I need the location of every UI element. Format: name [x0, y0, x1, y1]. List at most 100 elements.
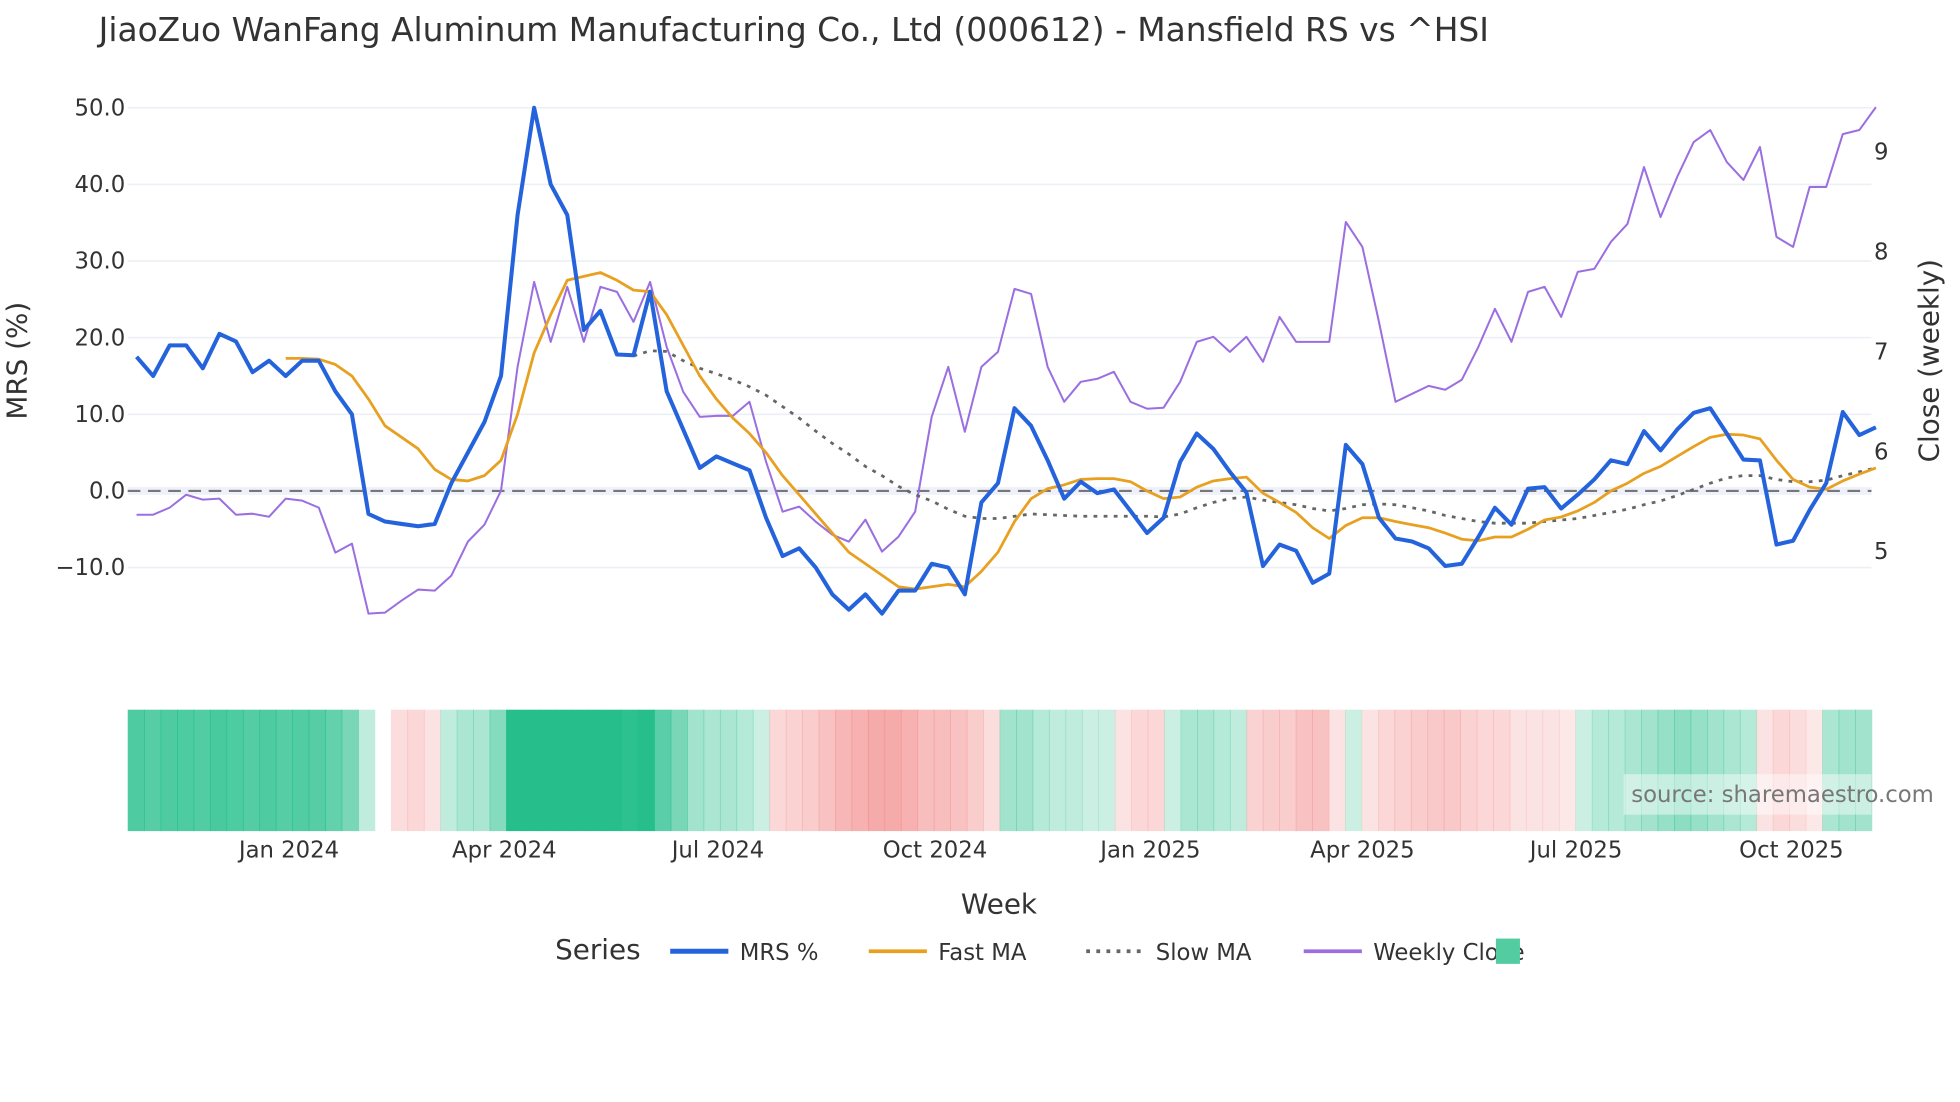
- heatmap-cell: [193, 709, 211, 832]
- gridlines: [127, 107, 1872, 569]
- left-axis-ticks: 50.0 40.0 30.0 20.0 10.0 0.0 −10.0: [55, 95, 125, 581]
- legend-label: Fast MA: [938, 940, 1027, 966]
- heatmap-cell: [1213, 709, 1231, 832]
- heatmap-cell: [966, 709, 984, 832]
- y2-tick-label: 7: [1874, 339, 1888, 365]
- heatmap-cell: [1361, 709, 1379, 832]
- heatmap-cell: [1558, 709, 1577, 832]
- heatmap-cell: [522, 709, 540, 832]
- heatmap-cell: [1016, 709, 1034, 832]
- heatmap-cell: [1312, 709, 1330, 832]
- legend-label: MRS %: [740, 940, 819, 966]
- heatmap-cell: [1279, 709, 1297, 832]
- heatmap-cell: [160, 709, 178, 832]
- y2-tick-label: 9: [1874, 140, 1888, 166]
- heatmap-cell: [1180, 709, 1198, 832]
- x-tick-label: Apr 2024: [452, 838, 557, 864]
- legend-title: Series: [555, 933, 640, 966]
- series-line-fast-ma: [285, 271, 1877, 591]
- heatmap-cell: [177, 709, 195, 832]
- heatmap-cell: [308, 709, 326, 832]
- heatmap-cell: [654, 709, 672, 832]
- heatmap-cell: [884, 709, 902, 832]
- heatmap-cell: [1048, 709, 1067, 832]
- x-tick-label: Oct 2025: [1739, 838, 1843, 864]
- source-note: source: sharemaestro.com: [1623, 774, 1934, 815]
- heatmap-cell: [555, 709, 573, 832]
- heatmap-cell: [1065, 709, 1083, 832]
- series-lines: [135, 105, 1877, 616]
- heatmap-cell: [752, 709, 771, 832]
- heatmap-cell: [1262, 709, 1281, 832]
- y2-tick-label: 8: [1874, 240, 1888, 266]
- heatmap-cell: [1526, 709, 1544, 832]
- y2-axis-title: Close (weekly): [1913, 259, 1946, 462]
- heatmap-cell: [1493, 709, 1511, 832]
- heatmap-cell: [1081, 709, 1100, 832]
- heatmap-cell: [127, 709, 145, 832]
- heatmap-cell: [538, 709, 557, 832]
- heatmap-cell: [1032, 709, 1050, 832]
- legend-label: Slow MA: [1156, 940, 1252, 966]
- y-tick-label: 0.0: [89, 479, 125, 505]
- right-axis-ticks: 9 8 7 6 5: [1874, 140, 1888, 566]
- x-axis-title: Week: [961, 887, 1038, 920]
- y-tick-label: 10.0: [75, 402, 126, 428]
- heatmap-cell: [489, 709, 507, 832]
- heatmap-cell: [1147, 709, 1165, 832]
- heatmap-cell: [818, 709, 836, 832]
- heatmap-cell: [144, 709, 162, 832]
- series-line-slow-ma: [633, 349, 1877, 525]
- chart-title: JiaoZuo WanFang Aluminum Manufacturing C…: [97, 10, 1489, 49]
- heatmap-cell: [851, 709, 869, 832]
- heatmap-cell: [571, 709, 590, 832]
- heatmap-cell: [1410, 709, 1429, 832]
- heatmap-cell: [1164, 709, 1182, 832]
- heatmap-cell: [1098, 709, 1116, 832]
- heatmap-cell: [983, 709, 1001, 832]
- heatmap-cell: [719, 709, 738, 832]
- x-tick-label: Apr 2025: [1310, 838, 1415, 864]
- y-tick-label: 40.0: [75, 172, 126, 198]
- y-tick-label: 50.0: [75, 95, 126, 121]
- x-tick-label: Jan 2025: [1098, 838, 1200, 864]
- heatmap-cell: [1377, 709, 1396, 832]
- heatmap-cell: [341, 709, 359, 832]
- heatmap-cell: [242, 709, 261, 832]
- heatmap-cell: [1591, 709, 1610, 832]
- heatmap-cell: [1246, 709, 1264, 832]
- heatmap-cell: [637, 709, 655, 832]
- legend-heatmap-swatch: [1495, 938, 1520, 964]
- heatmap-cell: [769, 709, 787, 832]
- heatmap-cell: [1328, 709, 1346, 832]
- heatmap-cell: [1443, 709, 1461, 832]
- heatmap-cell: [835, 709, 853, 832]
- heatmap-cell: [1460, 709, 1478, 832]
- heatmap-cell: [358, 709, 376, 832]
- heatmap-cell: [604, 709, 622, 832]
- heatmap-cell: [917, 709, 935, 832]
- heatmap-cell: [867, 709, 886, 832]
- heatmap-cell: [736, 709, 754, 832]
- heatmap-cell: [933, 709, 952, 832]
- heatmap-cell: [1476, 709, 1494, 832]
- y2-tick-label: 5: [1874, 539, 1888, 565]
- heatmap-cell: [1608, 709, 1626, 832]
- heatmap-cell: [226, 709, 244, 832]
- y-tick-label: −10.0: [55, 555, 125, 581]
- heatmap-cell: [506, 709, 524, 832]
- y-tick-label: 30.0: [75, 249, 126, 275]
- y-tick-label: 20.0: [75, 325, 126, 351]
- heatmap-cell: [1394, 709, 1412, 832]
- heatmap-cell: [687, 709, 705, 832]
- heatmap-cell: [1427, 709, 1445, 832]
- x-tick-label: Jul 2024: [670, 838, 765, 864]
- heatmap-cell: [259, 709, 277, 832]
- heatmap-cell: [473, 709, 491, 832]
- heatmap-cell: [275, 709, 293, 832]
- heatmap-cell: [456, 709, 474, 832]
- heatmap-cell: [1542, 709, 1560, 832]
- heatmap-cell: [407, 709, 425, 832]
- heatmap-cell: [785, 709, 803, 832]
- source-note-text: source: sharemaestro.com: [1631, 782, 1934, 808]
